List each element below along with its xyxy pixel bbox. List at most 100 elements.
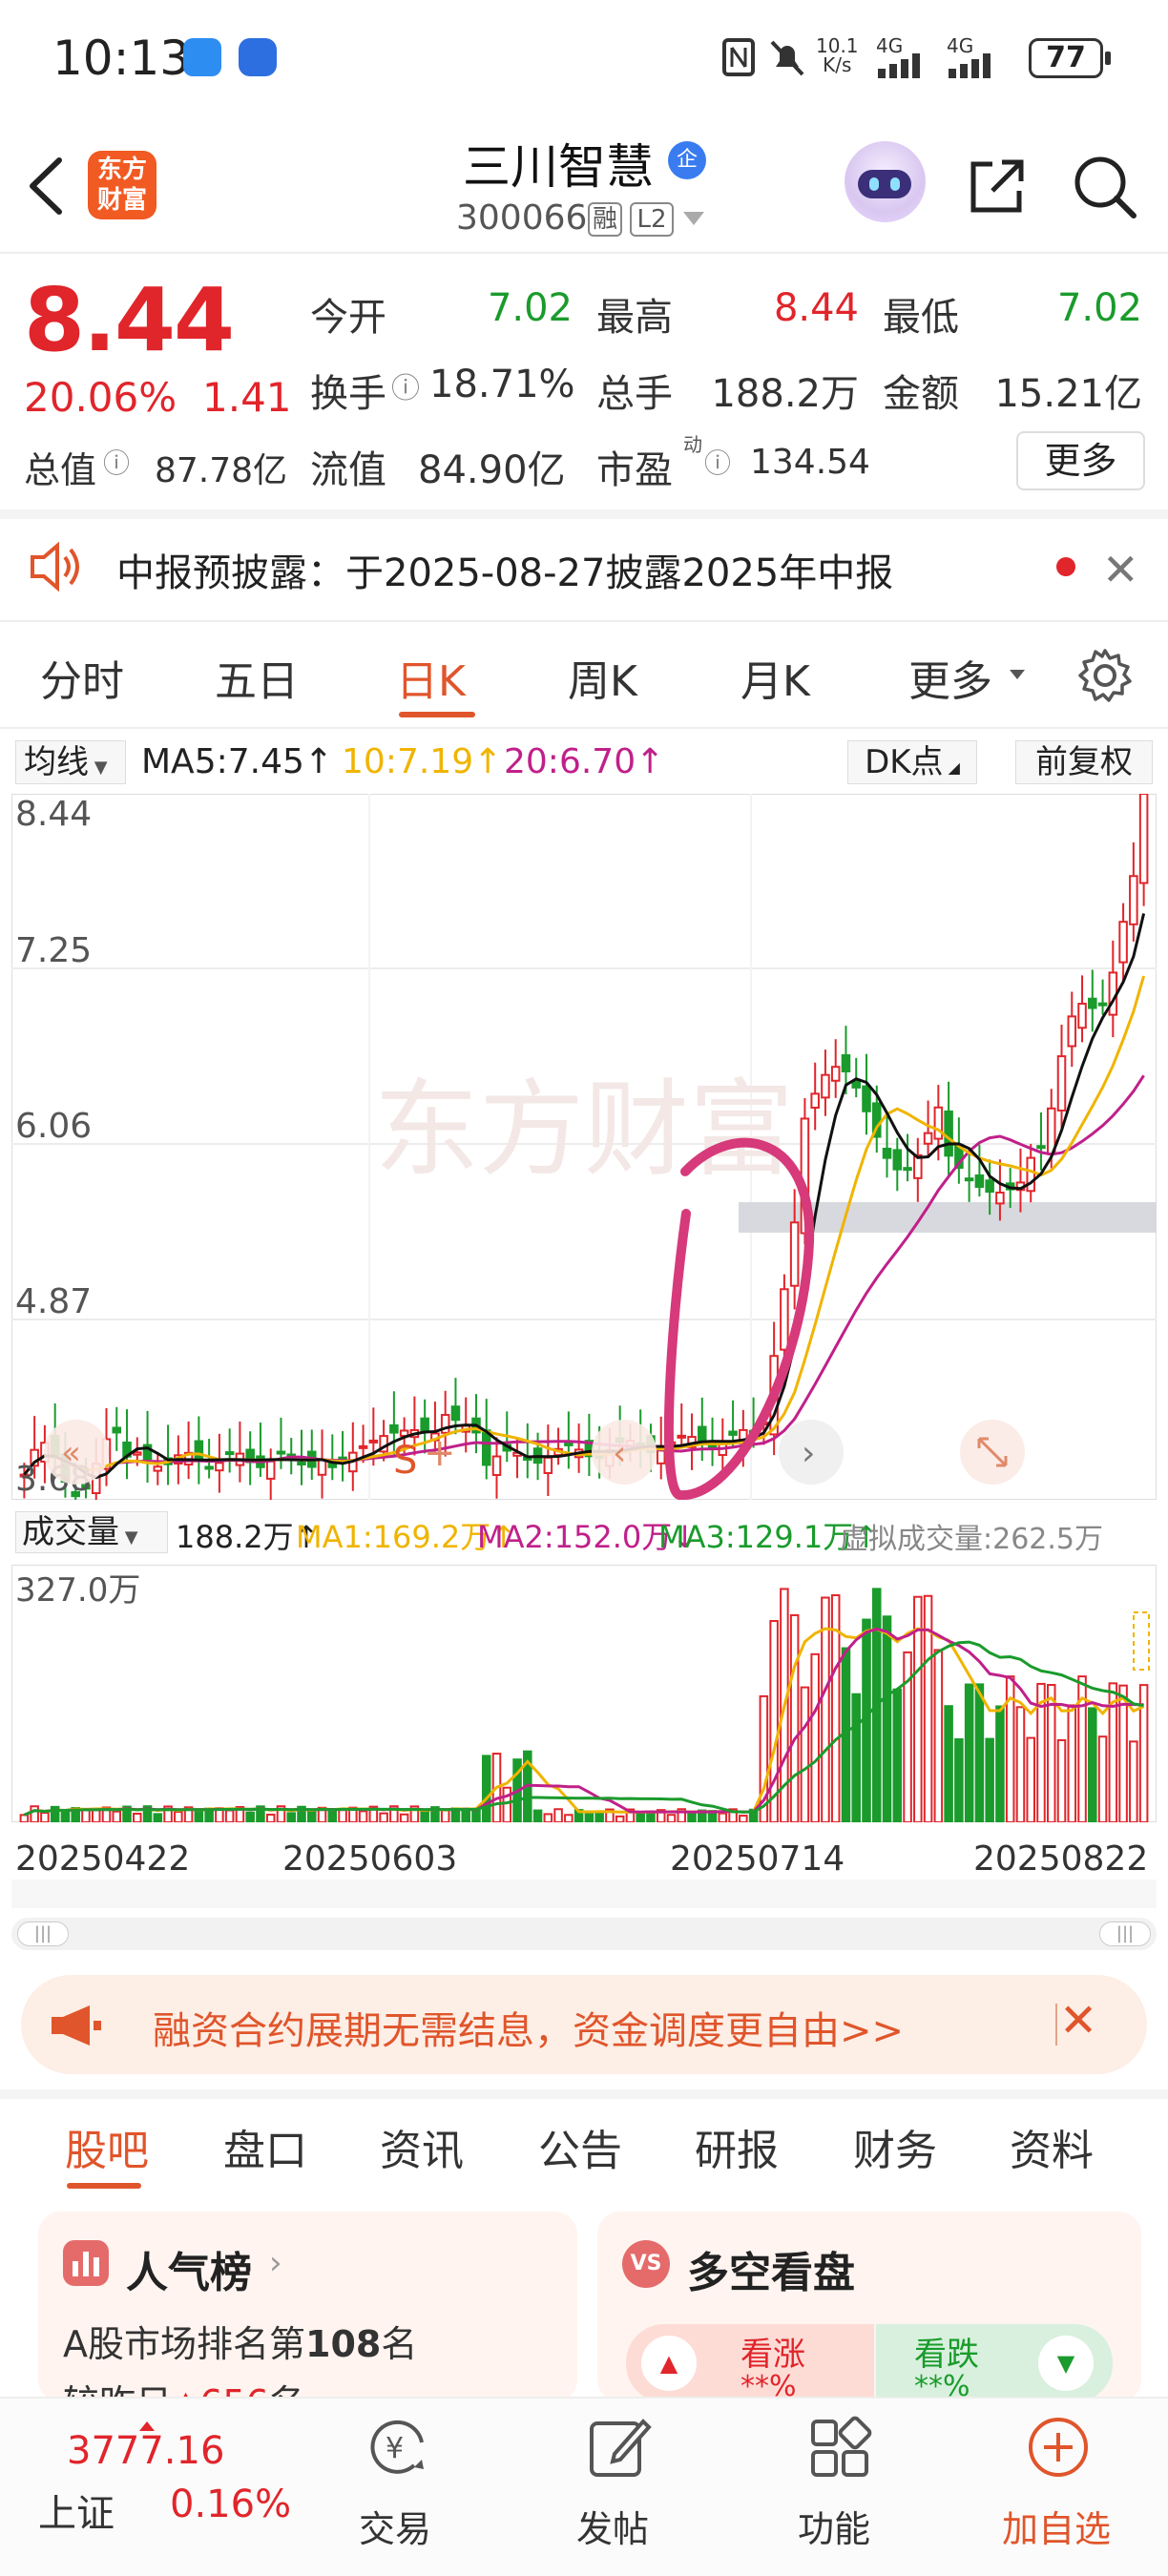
candle-body [974, 1174, 985, 1189]
tab-guba[interactable]: 股吧 [65, 2116, 149, 2177]
candle-body [903, 1167, 912, 1172]
gear-icon[interactable] [1076, 647, 1134, 704]
volume-bar [1088, 1707, 1097, 1824]
candle-body [964, 1177, 974, 1182]
bear-button[interactable]: 看跌 **% ▼ [876, 2324, 1113, 2403]
date-label-1: 20250422 [15, 1839, 191, 1879]
volume-bar [995, 1705, 1005, 1823]
fullscreen-button[interactable] [960, 1420, 1025, 1485]
candle-body [450, 1405, 461, 1422]
indicator-select[interactable]: 均线 ▼ [15, 740, 126, 784]
features-button[interactable]: 功能 [792, 2404, 887, 2566]
tab-profile[interactable]: 资料 [1010, 2116, 1094, 2177]
candle-body [112, 1426, 122, 1434]
more-button[interactable]: 更多 [1016, 431, 1145, 490]
volume-bar [553, 1808, 563, 1824]
info-icon[interactable]: ⓘ [704, 443, 731, 481]
candle-body [153, 1465, 163, 1472]
tab-order-book[interactable]: 盘口 [223, 2116, 307, 2177]
candle-body [389, 1423, 399, 1434]
index-name: 上证 [38, 2492, 115, 2536]
candle-body [707, 1444, 718, 1449]
tab-daily-k[interactable]: 日K [396, 647, 466, 708]
kline-canvas[interactable]: 东方财富 8.44 7.25 6.06 4.87 3.68 « S + ‹ › [10, 780, 1158, 1520]
tab-announcements[interactable]: 公告 [538, 2116, 622, 2177]
tab-more[interactable]: 更多 [908, 647, 992, 708]
amount-value: 15.21亿 [994, 372, 1142, 416]
kline-chart[interactable]: 东方财富 8.44 7.25 6.06 4.87 3.68 « S + ‹ › [10, 780, 1158, 1520]
change-amount: 1.41 [202, 374, 292, 421]
zoom-out-button[interactable]: « [44, 1420, 109, 1485]
tab-finance[interactable]: 财务 [853, 2116, 937, 2177]
adjust-button[interactable]: 前复权 [1015, 740, 1153, 784]
candle-body [204, 1465, 214, 1470]
bull-bear-card[interactable]: VS 多空看盘 ▲ 看涨 **% 看跌 **% ▼ [597, 2212, 1141, 2403]
volume-bar [564, 1814, 574, 1824]
dk-point-button[interactable]: DK点 ◢ [847, 740, 977, 784]
tab-five-day[interactable]: 五日 [215, 647, 299, 708]
notice-text: 中报预披露：于2025-08-27披露2025年中报 [116, 551, 894, 595]
volume-bar [862, 1618, 871, 1824]
info-icon[interactable]: ⓘ [103, 443, 130, 481]
bull-button[interactable]: ▲ 看涨 **% [626, 2324, 874, 2403]
change-percent: 20.06% [24, 374, 177, 421]
mktcap-label: 总值 [24, 449, 97, 491]
popularity-title: 人气榜 [126, 2249, 252, 2297]
index-quote[interactable]: 3777.16 上证 0.16% [0, 2400, 324, 2572]
date-axis-bg [11, 1880, 1157, 1908]
svg-text:«: « [61, 1434, 81, 1472]
add-watchlist-button[interactable]: 加自选 [992, 2404, 1126, 2566]
chart-nav-s[interactable]: S + [393, 1431, 456, 1483]
scroll-handle-right[interactable]: ||| [1099, 1922, 1151, 1946]
nfc-icon [722, 38, 755, 76]
low-value: 7.02 [1056, 286, 1142, 330]
tab-intraday[interactable]: 分时 [40, 647, 124, 708]
bear-label: 看跌 [914, 2336, 979, 2374]
close-icon[interactable]: ✕ [1059, 1994, 1097, 2047]
pan-right-button[interactable]: › [779, 1420, 844, 1485]
assistant-robot-icon[interactable] [845, 141, 926, 222]
pe-label: 市盈 [596, 448, 673, 492]
current-price: 8.44 [24, 269, 235, 371]
candle-body [923, 1132, 933, 1145]
arrow-down-icon: ▼ [1038, 2336, 1094, 2391]
index-pct: 0.16% [170, 2483, 292, 2526]
info-icon[interactable]: ⓘ [391, 364, 420, 406]
volume-canvas[interactable]: 327.0万 [10, 1564, 1158, 1824]
post-button[interactable]: 发帖 [573, 2404, 668, 2566]
popularity-card[interactable]: 人气榜 › A股市场排名第108名 较昨日▲656名 [38, 2212, 577, 2402]
tab-monthly-k[interactable]: 月K [740, 647, 810, 708]
divider [0, 2089, 1168, 2099]
scroll-handle-left[interactable]: ||| [17, 1922, 69, 1946]
logo-line-1: 东方 [96, 156, 147, 184]
volume-bar [718, 1812, 728, 1823]
volume-bar [338, 1808, 347, 1823]
search-icon[interactable] [1069, 151, 1140, 222]
post-label: 发帖 [576, 2508, 650, 2550]
candle-body [789, 1221, 800, 1287]
volume-bar [687, 1813, 697, 1823]
volume-bar [933, 1649, 944, 1823]
vs-icon: VS [622, 2240, 670, 2288]
tab-weekly-k[interactable]: 周K [568, 647, 637, 708]
chart-scrollbar[interactable] [11, 1918, 1157, 1950]
share-icon[interactable] [964, 153, 1031, 219]
pan-left-button[interactable]: ‹ [592, 1420, 657, 1485]
volume-indicator-select[interactable]: 成交量 ▼ [15, 1511, 168, 1553]
close-icon[interactable]: ✕ [1102, 544, 1139, 595]
candle-body [933, 1106, 944, 1140]
chevron-down-icon[interactable] [681, 210, 706, 229]
trade-label: 交易 [359, 2508, 432, 2550]
trade-button[interactable]: ¥ 交易 [353, 2404, 448, 2566]
tab-research[interactable]: 研报 [695, 2116, 779, 2177]
chevron-right-icon: › [269, 2244, 282, 2282]
y-label-3: 6.06 [15, 1107, 92, 1146]
volume-bar [40, 1812, 50, 1823]
tab-news[interactable]: 资讯 [380, 2116, 464, 2177]
signal-2-icon [949, 53, 991, 78]
back-button[interactable] [19, 153, 76, 219]
divider [1055, 2004, 1057, 2046]
yen-coin-icon: ¥ [370, 2420, 424, 2474]
volume-label: 总手 [596, 372, 673, 416]
volume-chart[interactable]: 327.0万 [10, 1564, 1158, 1824]
